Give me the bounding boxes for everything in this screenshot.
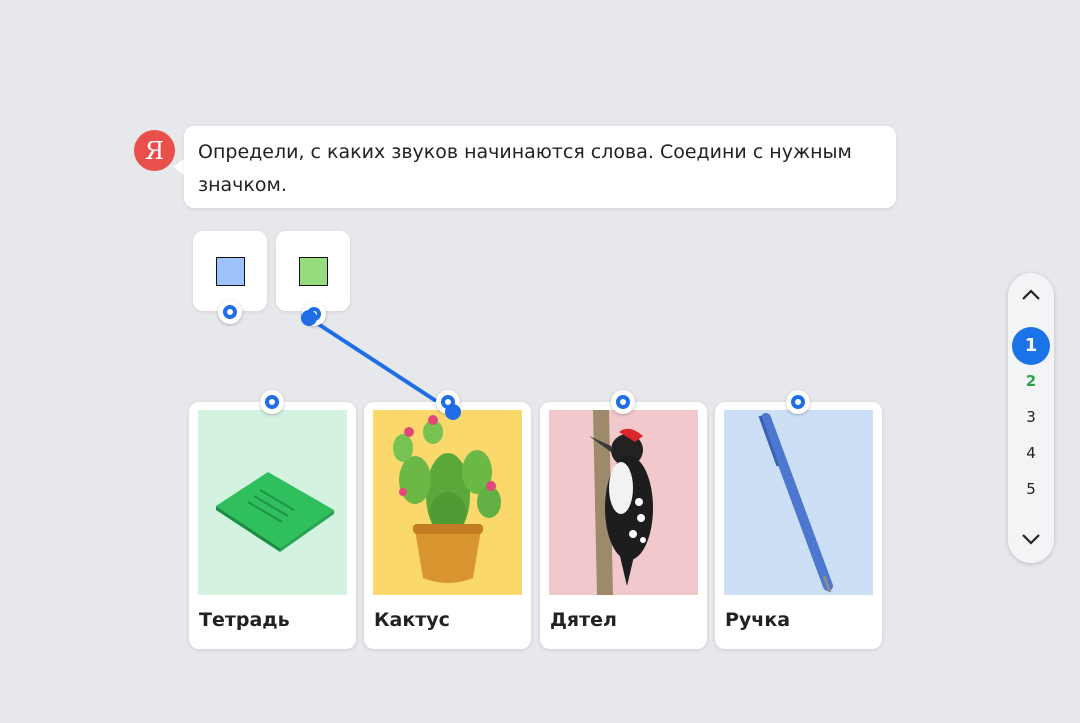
word-label: Кактус: [374, 609, 450, 631]
page-3[interactable]: 3: [1008, 408, 1054, 426]
task-text: Определи, с каких звуков начинаются слов…: [198, 141, 852, 196]
symbol-port-blue[interactable]: [218, 300, 242, 324]
word-card-notebook[interactable]: Тетрадь: [189, 402, 356, 649]
chevron-up-icon[interactable]: [1019, 283, 1043, 307]
word-port-pen[interactable]: [786, 390, 810, 414]
word-card-pen[interactable]: Ручка: [715, 402, 882, 649]
word-label: Ручка: [725, 609, 791, 631]
page-4[interactable]: 4: [1008, 444, 1054, 462]
chevron-down-icon[interactable]: [1019, 527, 1043, 551]
word-port-cactus[interactable]: [436, 390, 460, 414]
word-card-cactus[interactable]: Кактус: [364, 402, 531, 649]
assistant-avatar: Я: [134, 130, 175, 171]
blue-square-symbol: [216, 257, 245, 286]
word-card-woodpecker[interactable]: Дятел: [540, 402, 707, 649]
task-pager: 1 2 3 4 5: [1008, 273, 1054, 563]
cactus-picture: [373, 410, 522, 595]
page-5[interactable]: 5: [1008, 480, 1054, 498]
page-1[interactable]: 1: [1012, 327, 1050, 365]
symbol-card-green[interactable]: [276, 231, 350, 311]
word-port-woodpecker[interactable]: [611, 390, 635, 414]
word-port-notebook[interactable]: [260, 390, 284, 414]
task-bubble: Определи, с каких звуков начинаются слов…: [184, 126, 896, 208]
word-label: Тетрадь: [199, 609, 290, 631]
pen-picture: [724, 410, 873, 595]
notebook-picture: [198, 410, 347, 595]
green-square-symbol: [299, 257, 328, 286]
symbol-port-green[interactable]: [302, 302, 326, 326]
page-2[interactable]: 2: [1008, 372, 1054, 390]
symbol-card-blue[interactable]: [193, 231, 267, 311]
woodpecker-picture: [549, 410, 698, 595]
word-label: Дятел: [550, 609, 617, 631]
